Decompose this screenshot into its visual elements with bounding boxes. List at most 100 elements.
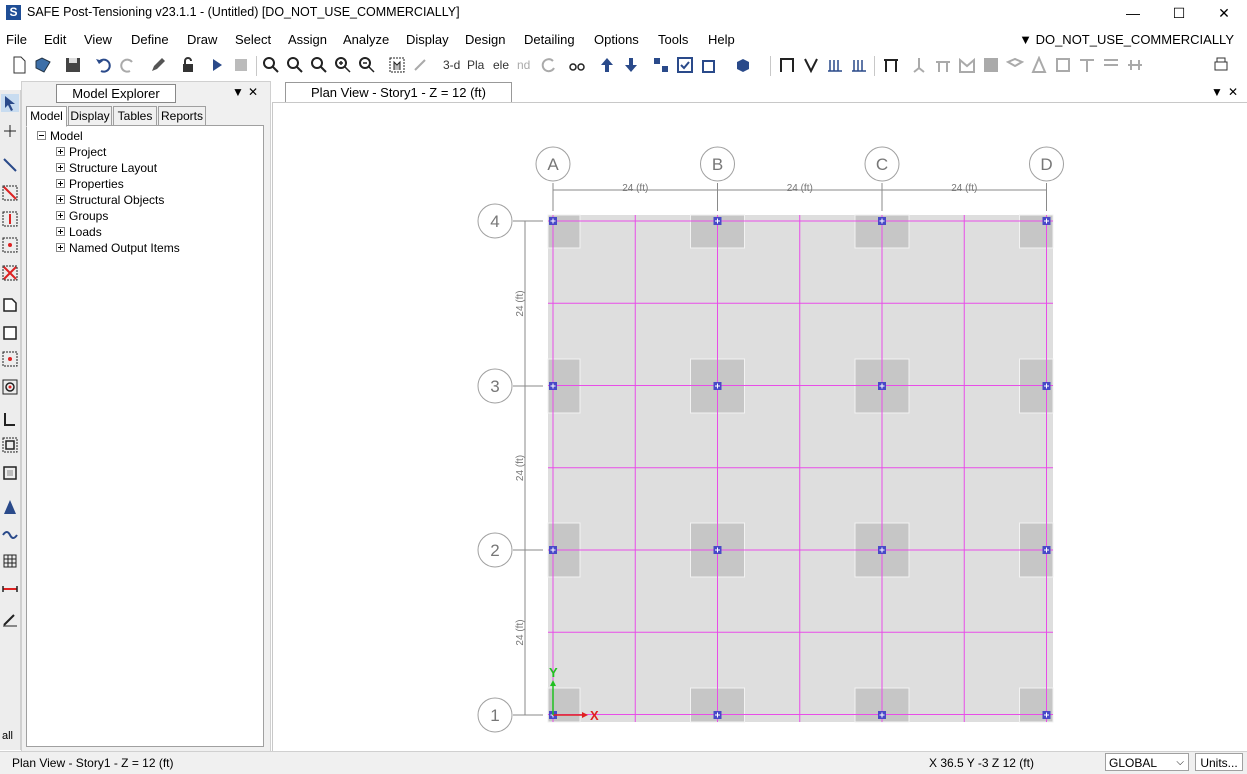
- draw-polygon-icon[interactable]: [1, 296, 19, 314]
- expand-icon[interactable]: [56, 147, 65, 157]
- menu-analyze[interactable]: Analyze: [343, 32, 389, 47]
- draw-slab-icon[interactable]: [980, 54, 1002, 76]
- save-icon[interactable]: [62, 54, 84, 76]
- draw-rectangle-icon[interactable]: [1, 324, 19, 342]
- tree-item-loads[interactable]: Loads: [56, 224, 102, 240]
- tree-item-project[interactable]: Project: [56, 144, 106, 160]
- collapse-icon[interactable]: [37, 131, 46, 141]
- tab-model[interactable]: Model: [26, 106, 67, 127]
- measure-icon[interactable]: [410, 54, 432, 76]
- zoom-previous-icon[interactable]: [308, 54, 330, 76]
- select-all-icon[interactable]: [650, 54, 672, 76]
- draw-circle-icon[interactable]: [1, 378, 19, 396]
- menu-select[interactable]: Select: [235, 32, 271, 47]
- explorer-pin-button[interactable]: ▼: [232, 85, 244, 99]
- pan-icon[interactable]: [386, 54, 408, 76]
- plan-drawing[interactable]: A B C D 24 (ft) 24 (ft) 24 (ft) 4 3 2 1 24 (ft) 24 (…: [273, 103, 1247, 751]
- draw-brace-icon[interactable]: [800, 54, 822, 76]
- tab-tables[interactable]: Tables: [113, 106, 157, 126]
- view-close-button[interactable]: ✕: [1228, 85, 1238, 99]
- tree-item-named-output-items[interactable]: Named Output Items: [56, 240, 180, 256]
- menu-help[interactable]: Help: [708, 32, 735, 47]
- draw-brace-tool-icon[interactable]: [1, 264, 19, 282]
- draw-wall-tool-icon[interactable]: [1, 410, 19, 428]
- draw-support-tool-icon[interactable]: [1, 498, 19, 516]
- tree-item-structure-layout[interactable]: Structure Layout: [56, 160, 157, 176]
- edit-pencil-icon[interactable]: [147, 54, 169, 76]
- menu-detailing[interactable]: Detailing: [524, 32, 575, 47]
- draw-frame-icon[interactable]: [776, 54, 798, 76]
- open-icon[interactable]: [32, 54, 54, 76]
- draw-tendon-icon[interactable]: [1076, 54, 1098, 76]
- expand-icon[interactable]: [56, 195, 65, 205]
- draw-stiff-icon[interactable]: [1028, 54, 1050, 76]
- tree-root[interactable]: Model: [37, 128, 83, 144]
- tree-item-properties[interactable]: Properties: [56, 176, 124, 192]
- draw-dimension-icon[interactable]: [1124, 54, 1146, 76]
- draw-joist-icon[interactable]: [848, 54, 870, 76]
- draw-wall-icon[interactable]: [880, 54, 902, 76]
- explorer-close-button[interactable]: ✕: [248, 85, 258, 99]
- minimize-button[interactable]: —: [1110, 0, 1156, 26]
- zoom-out-icon[interactable]: [356, 54, 378, 76]
- plan-view-button[interactable]: Pla: [467, 58, 484, 72]
- view-3d-button[interactable]: 3-d: [443, 58, 460, 72]
- plan-view-canvas[interactable]: A B C D 24 (ft) 24 (ft) 24 (ft) 4 3 2 1 24 (ft) 24 (…: [272, 102, 1247, 751]
- units-button[interactable]: Units...: [1195, 753, 1243, 771]
- menu-display[interactable]: Display: [406, 32, 449, 47]
- menu-define[interactable]: Define: [131, 32, 169, 47]
- draw-beam-tool-icon[interactable]: [1, 184, 19, 202]
- expand-icon[interactable]: [56, 243, 65, 253]
- draw-opening-icon[interactable]: [1052, 54, 1074, 76]
- move-down-icon[interactable]: [620, 54, 642, 76]
- menu-draw[interactable]: Draw: [187, 32, 217, 47]
- next-view-button[interactable]: nd: [517, 58, 530, 72]
- draw-drop-panel-icon[interactable]: [1004, 54, 1026, 76]
- expand-icon[interactable]: [56, 227, 65, 237]
- menu-assign[interactable]: Assign: [288, 32, 327, 47]
- expand-icon[interactable]: [56, 163, 65, 173]
- tab-reports[interactable]: Reports: [158, 106, 206, 126]
- maximize-button[interactable]: ☐: [1156, 0, 1202, 26]
- license-dropdown[interactable]: ▼ DO_NOT_USE_COMMERCIALLY: [1019, 32, 1234, 47]
- menu-view[interactable]: View: [84, 32, 112, 47]
- perspective-icon[interactable]: [566, 54, 588, 76]
- draw-strip-icon[interactable]: [1100, 54, 1122, 76]
- draw-point-tool-icon[interactable]: [1, 236, 19, 254]
- draw-dimension-tool-icon[interactable]: [1, 580, 19, 598]
- select-all-label[interactable]: all: [2, 730, 13, 742]
- draw-opening-tool-icon[interactable]: [1, 464, 19, 482]
- close-window-button[interactable]: ✕: [1201, 0, 1247, 26]
- menu-tools[interactable]: Tools: [658, 32, 688, 47]
- zoom-window-icon[interactable]: [260, 54, 282, 76]
- lock-icon[interactable]: [177, 54, 199, 76]
- undo-icon[interactable]: [92, 54, 114, 76]
- draw-support-icon[interactable]: [908, 54, 930, 76]
- draw-line-icon[interactable]: [1, 156, 19, 174]
- tree-item-structural-objects[interactable]: Structural Objects: [56, 192, 164, 208]
- draw-column-tool-icon[interactable]: [1, 210, 19, 228]
- display-options-icon[interactable]: [698, 54, 720, 76]
- reshape-icon[interactable]: [1, 122, 19, 140]
- tree-item-groups[interactable]: Groups: [56, 208, 108, 224]
- expand-icon[interactable]: [56, 211, 65, 221]
- coordinate-system-select[interactable]: GLOBAL ⌵: [1105, 753, 1189, 771]
- object-shading-icon[interactable]: [732, 54, 754, 76]
- draw-beam-icon[interactable]: [824, 54, 846, 76]
- draw-ruler-icon[interactable]: [1, 610, 19, 628]
- zoom-in-icon[interactable]: [332, 54, 354, 76]
- draw-tendon-tool-icon[interactable]: [1, 526, 19, 544]
- rotate-icon[interactable]: [538, 54, 560, 76]
- draw-line-support-icon[interactable]: [932, 54, 954, 76]
- new-model-icon[interactable]: [8, 54, 30, 76]
- print-icon[interactable]: [1210, 54, 1232, 76]
- tab-display[interactable]: Display: [68, 106, 112, 126]
- draw-strip-tool-icon[interactable]: [1, 552, 19, 570]
- run-analysis-icon[interactable]: [207, 54, 229, 76]
- menu-options[interactable]: Options: [594, 32, 639, 47]
- move-up-icon[interactable]: [596, 54, 618, 76]
- menu-design[interactable]: Design: [465, 32, 505, 47]
- plan-view-tab[interactable]: Plan View - Story1 - Z = 12 (ft): [285, 82, 512, 103]
- menu-edit[interactable]: Edit: [44, 32, 66, 47]
- pointer-icon[interactable]: [1, 94, 19, 112]
